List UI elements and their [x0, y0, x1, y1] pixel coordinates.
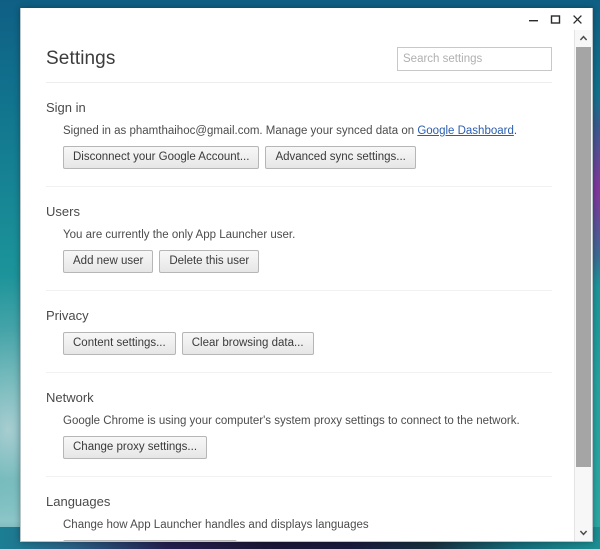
add-new-user-button[interactable]: Add new user [63, 250, 154, 273]
scroll-down-button[interactable] [575, 524, 592, 541]
languages-description: Change how App Launcher handles and disp… [63, 519, 369, 531]
window-body: Settings Sign in Signed in as phamthaiho… [21, 30, 592, 541]
sign-in-description-suffix: . [513, 125, 518, 137]
section-body-languages: Change how App Launcher handles and disp… [46, 518, 552, 541]
languages-buttons: Language and input settings... [63, 540, 552, 541]
section-users: Users You are currently the only App Lau… [46, 186, 552, 273]
maximize-icon [550, 14, 561, 25]
section-languages: Languages Change how App Launcher handle… [46, 476, 552, 541]
scrollbar-track[interactable] [575, 47, 592, 524]
section-title-languages: Languages [46, 494, 111, 509]
search-input[interactable] [397, 47, 552, 71]
change-proxy-settings-button[interactable]: Change proxy settings... [63, 436, 208, 459]
section-body-sign-in: Signed in as phamthaihoc@gmail.com. Mana… [46, 124, 552, 169]
chevron-down-icon [579, 524, 588, 542]
language-and-input-settings-button[interactable]: Language and input settings... [63, 540, 238, 541]
section-network: Network Google Chrome is using your comp… [46, 372, 552, 459]
network-description: Google Chrome is using your computer's s… [63, 415, 520, 427]
users-buttons: Add new user Delete this user [63, 250, 552, 273]
sign-in-description: Signed in as phamthaihoc@gmail.com. Mana… [63, 124, 552, 138]
section-body-privacy: Content settings... Clear browsing data.… [46, 332, 552, 355]
vertical-scrollbar[interactable] [574, 30, 592, 541]
clear-browsing-data-button[interactable]: Clear browsing data... [181, 332, 314, 355]
section-privacy: Privacy Content settings... Clear browsi… [46, 290, 552, 355]
content-settings-button[interactable]: Content settings... [63, 332, 176, 355]
section-body-users: You are currently the only App Launcher … [46, 228, 552, 273]
disconnect-google-account-button[interactable]: Disconnect your Google Account... [63, 146, 260, 169]
minimize-icon [528, 14, 539, 25]
close-button[interactable] [566, 9, 588, 29]
section-title-privacy: Privacy [46, 308, 89, 323]
users-description: You are currently the only App Launcher … [63, 229, 296, 241]
section-sign-in: Sign in Signed in as phamthaihoc@gmail.c… [46, 83, 552, 169]
page-header: Settings [21, 30, 574, 74]
window-titlebar [21, 8, 592, 30]
scroll-up-button[interactable] [575, 30, 592, 47]
settings-window: Settings Sign in Signed in as phamthaiho… [20, 8, 593, 542]
page-title: Settings [46, 48, 116, 69]
minimize-button[interactable] [522, 9, 544, 29]
section-body-network: Google Chrome is using your computer's s… [46, 414, 552, 459]
chevron-up-icon [579, 30, 588, 48]
network-buttons: Change proxy settings... [63, 436, 552, 459]
google-dashboard-link[interactable]: Google Dashboard [417, 125, 514, 137]
settings-sections: Sign in Signed in as phamthaihoc@gmail.c… [21, 83, 574, 541]
section-title-network: Network [46, 390, 94, 405]
scrollbar-thumb[interactable] [576, 47, 591, 467]
maximize-button[interactable] [544, 9, 566, 29]
section-title-sign-in: Sign in [46, 100, 86, 115]
sign-in-buttons: Disconnect your Google Account... Advanc… [63, 146, 552, 169]
section-title-users: Users [46, 204, 80, 219]
privacy-buttons: Content settings... Clear browsing data.… [63, 332, 552, 355]
close-icon [572, 14, 583, 25]
delete-this-user-button[interactable]: Delete this user [159, 250, 260, 273]
sign-in-description-prefix: Signed in as phamthaihoc@gmail.com. Mana… [63, 125, 418, 137]
window-controls [522, 8, 588, 30]
advanced-sync-settings-button[interactable]: Advanced sync settings... [265, 146, 416, 169]
settings-content: Settings Sign in Signed in as phamthaiho… [21, 30, 574, 541]
